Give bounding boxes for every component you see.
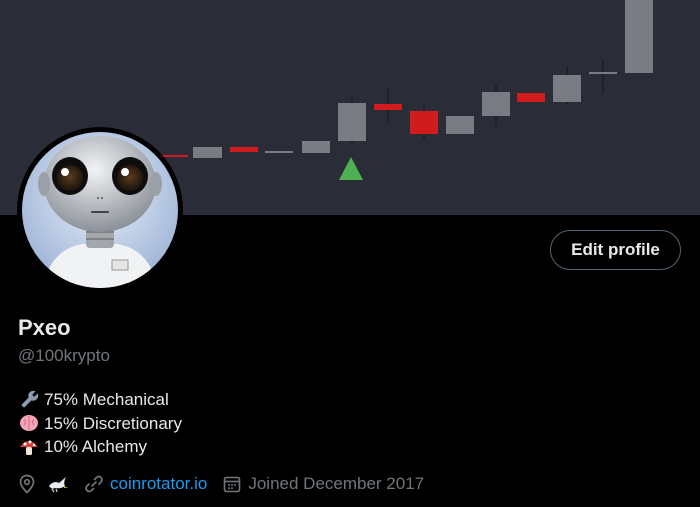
candle-down: [410, 111, 438, 134]
bio-line-text: 75% Mechanical: [44, 390, 169, 409]
link-icon: [85, 475, 103, 493]
join-date-text: Joined December 2017: [248, 474, 425, 493]
candle-down: [374, 104, 402, 110]
brain-icon: [20, 415, 38, 432]
bio-line: 10% Alchemy: [18, 435, 182, 459]
profile-bio: 75% Mechanical 15% Discretionary 10% Alc…: [18, 388, 182, 459]
profile-meta: coinrotator.io Joined December 2017: [18, 472, 424, 496]
wrench-icon: [21, 390, 39, 408]
up-triangle-icon: [339, 157, 363, 180]
bio-line: 15% Discretionary: [18, 412, 182, 436]
candle-up: [265, 151, 293, 153]
candle-down: [230, 147, 258, 152]
location: [18, 474, 72, 494]
website-link[interactable]: coinrotator.io: [110, 474, 207, 494]
user-handle: @100krypto: [18, 346, 110, 365]
bio-line: 75% Mechanical: [18, 388, 182, 412]
avatar[interactable]: [17, 127, 183, 293]
bio-line-text: 15% Discretionary: [44, 413, 182, 433]
candle-up: [446, 116, 474, 134]
bio-line-text: 10% Alchemy: [44, 437, 147, 456]
candle-up: [302, 141, 330, 153]
candle-up: [553, 75, 581, 102]
calendar-icon: [224, 476, 241, 493]
mushroom-icon: [20, 440, 38, 455]
edit-profile-button[interactable]: Edit profile: [550, 230, 681, 270]
candle-down: [517, 93, 545, 102]
website[interactable]: coinrotator.io: [84, 474, 207, 494]
location-pin-icon: [19, 474, 35, 494]
candle-up: [338, 103, 366, 141]
candle-up: [482, 92, 510, 116]
candle-up: [625, 0, 653, 73]
display-name: Pxeo: [18, 315, 71, 340]
candle-up: [193, 147, 222, 158]
dove-icon: [49, 477, 68, 493]
candle-up: [589, 72, 617, 74]
join-date: Joined December 2017: [223, 474, 424, 494]
